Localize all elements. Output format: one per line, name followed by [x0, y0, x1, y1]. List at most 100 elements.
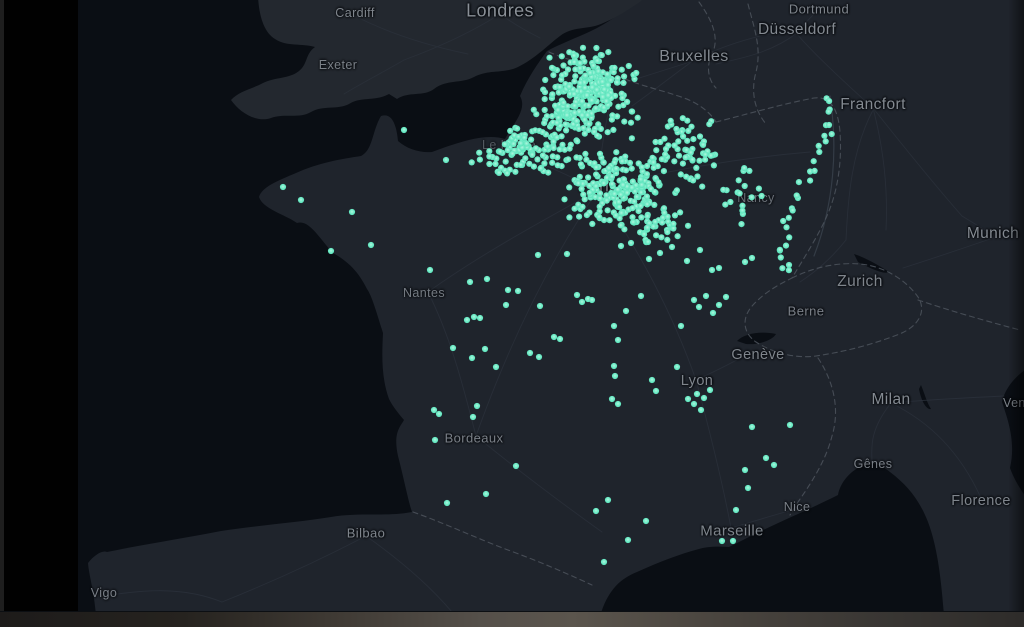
data-point[interactable]	[696, 304, 702, 310]
data-point[interactable]	[697, 247, 703, 253]
data-point[interactable]	[580, 45, 586, 51]
data-point[interactable]	[618, 192, 624, 198]
data-point[interactable]	[477, 157, 483, 163]
data-point[interactable]	[610, 127, 616, 133]
data-point[interactable]	[644, 225, 650, 231]
data-point[interactable]	[706, 121, 712, 127]
data-point[interactable]	[518, 162, 524, 168]
data-point[interactable]	[522, 155, 528, 161]
data-point[interactable]	[671, 158, 677, 164]
data-point[interactable]	[549, 91, 555, 97]
data-point[interactable]	[697, 133, 703, 139]
data-point[interactable]	[615, 187, 621, 193]
data-point[interactable]	[639, 182, 645, 188]
data-point[interactable]	[476, 150, 482, 156]
data-point[interactable]	[711, 162, 717, 168]
data-point[interactable]	[771, 462, 777, 468]
data-point[interactable]	[469, 355, 475, 361]
data-point[interactable]	[515, 288, 521, 294]
data-point[interactable]	[551, 145, 557, 151]
data-point[interactable]	[298, 197, 304, 203]
data-point[interactable]	[593, 183, 599, 189]
data-point[interactable]	[536, 354, 542, 360]
data-point[interactable]	[563, 127, 569, 133]
data-point[interactable]	[549, 160, 555, 166]
data-point[interactable]	[576, 214, 582, 220]
data-point[interactable]	[493, 364, 499, 370]
data-point[interactable]	[427, 267, 433, 273]
data-point[interactable]	[587, 70, 593, 76]
data-point[interactable]	[609, 181, 615, 187]
data-point[interactable]	[652, 189, 658, 195]
data-point[interactable]	[575, 180, 581, 186]
data-point[interactable]	[470, 414, 476, 420]
data-point[interactable]	[736, 177, 742, 183]
data-point[interactable]	[542, 77, 548, 83]
data-point[interactable]	[505, 147, 511, 153]
data-point[interactable]	[483, 491, 489, 497]
data-point[interactable]	[571, 103, 577, 109]
data-point[interactable]	[401, 127, 407, 133]
data-point[interactable]	[826, 109, 832, 115]
data-point[interactable]	[618, 210, 624, 216]
data-point[interactable]	[589, 221, 595, 227]
data-point[interactable]	[700, 142, 706, 148]
data-point[interactable]	[796, 179, 802, 185]
data-point[interactable]	[629, 135, 635, 141]
data-point[interactable]	[593, 508, 599, 514]
data-point[interactable]	[742, 259, 748, 265]
data-point[interactable]	[540, 152, 546, 158]
data-point[interactable]	[749, 194, 755, 200]
data-point[interactable]	[629, 108, 635, 114]
data-point[interactable]	[514, 126, 520, 132]
data-point[interactable]	[664, 229, 670, 235]
data-point[interactable]	[510, 141, 516, 147]
data-point[interactable]	[534, 156, 540, 162]
data-point[interactable]	[542, 96, 548, 102]
data-point[interactable]	[650, 159, 656, 165]
data-point[interactable]	[644, 213, 650, 219]
data-point[interactable]	[518, 140, 524, 146]
data-point[interactable]	[554, 135, 560, 141]
data-point[interactable]	[561, 196, 567, 202]
data-point[interactable]	[601, 160, 607, 166]
data-point[interactable]	[630, 219, 636, 225]
map-canvas[interactable]: LondresCardiffExeterDortmundDüsseldorfBr…	[0, 0, 1024, 611]
data-point[interactable]	[620, 80, 626, 86]
data-point[interactable]	[599, 79, 605, 85]
data-point[interactable]	[594, 133, 600, 139]
data-point[interactable]	[628, 240, 634, 246]
data-point[interactable]	[694, 391, 700, 397]
data-point[interactable]	[615, 104, 621, 110]
data-point[interactable]	[638, 190, 644, 196]
data-point[interactable]	[368, 242, 374, 248]
data-point[interactable]	[678, 323, 684, 329]
data-point[interactable]	[688, 124, 694, 130]
data-point[interactable]	[701, 395, 707, 401]
data-point[interactable]	[504, 170, 510, 176]
data-point[interactable]	[577, 60, 583, 66]
data-point[interactable]	[638, 293, 644, 299]
data-point[interactable]	[779, 265, 785, 271]
data-point[interactable]	[597, 190, 603, 196]
data-point[interactable]	[716, 302, 722, 308]
data-point[interactable]	[675, 233, 681, 239]
data-point[interactable]	[707, 387, 713, 393]
data-point[interactable]	[582, 151, 588, 157]
data-point[interactable]	[503, 159, 509, 165]
data-point[interactable]	[497, 149, 503, 155]
data-point[interactable]	[709, 267, 715, 273]
data-point[interactable]	[794, 192, 800, 198]
data-point[interactable]	[578, 161, 584, 167]
data-point[interactable]	[606, 165, 612, 171]
data-point[interactable]	[443, 157, 449, 163]
data-point[interactable]	[594, 58, 600, 64]
data-point[interactable]	[716, 265, 722, 271]
data-point[interactable]	[783, 243, 789, 249]
data-point[interactable]	[482, 346, 488, 352]
data-point[interactable]	[759, 193, 765, 199]
data-point[interactable]	[529, 152, 535, 158]
data-point[interactable]	[688, 150, 694, 156]
data-point[interactable]	[823, 138, 829, 144]
data-point[interactable]	[582, 85, 588, 91]
